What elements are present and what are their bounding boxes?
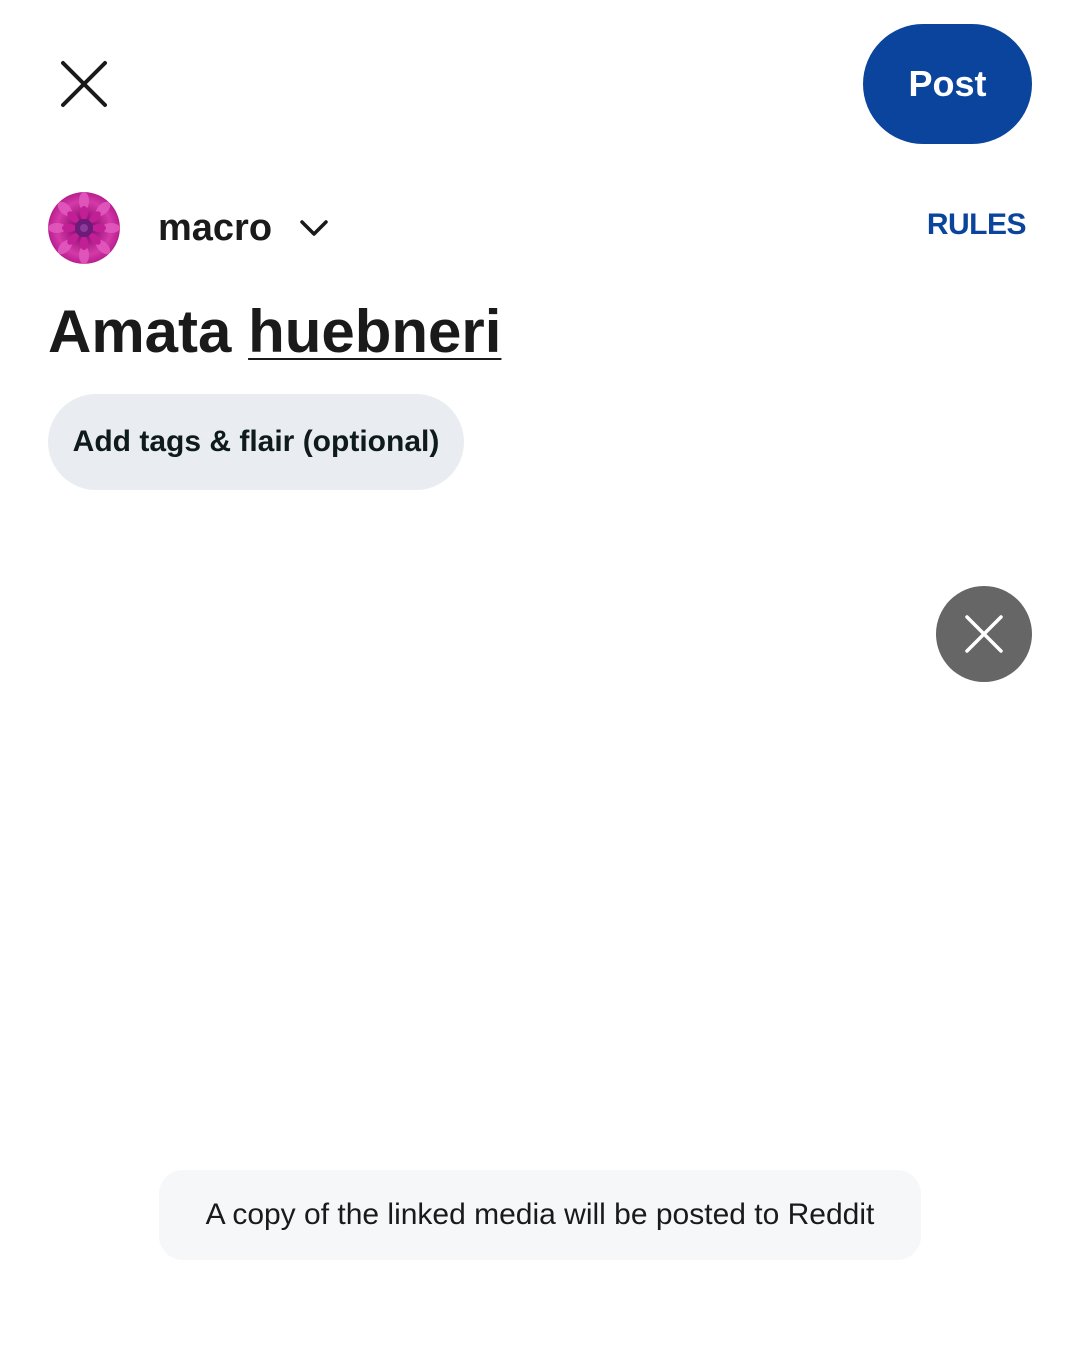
rules-link[interactable]: RULES [927, 208, 1027, 242]
post-title-underlined-word: huebneri [248, 298, 502, 365]
community-avatar [48, 192, 120, 264]
close-button[interactable] [48, 48, 120, 120]
add-tags-flair-button[interactable]: Add tags & flair (optional) [48, 394, 464, 490]
dahlia-flower-avatar [48, 192, 120, 264]
close-icon [965, 615, 1003, 653]
post-title[interactable]: Amata huebneri [48, 296, 501, 368]
post-title-word: Amata [48, 298, 232, 365]
community-selector[interactable]: macro [48, 192, 330, 264]
community-name: macro [158, 206, 273, 249]
chevron-down-icon [298, 212, 330, 244]
close-icon [61, 61, 107, 107]
post-button[interactable]: Post [863, 24, 1032, 144]
linked-media-notice: A copy of the linked media will be poste… [159, 1170, 921, 1260]
remove-media-button[interactable] [936, 586, 1032, 682]
